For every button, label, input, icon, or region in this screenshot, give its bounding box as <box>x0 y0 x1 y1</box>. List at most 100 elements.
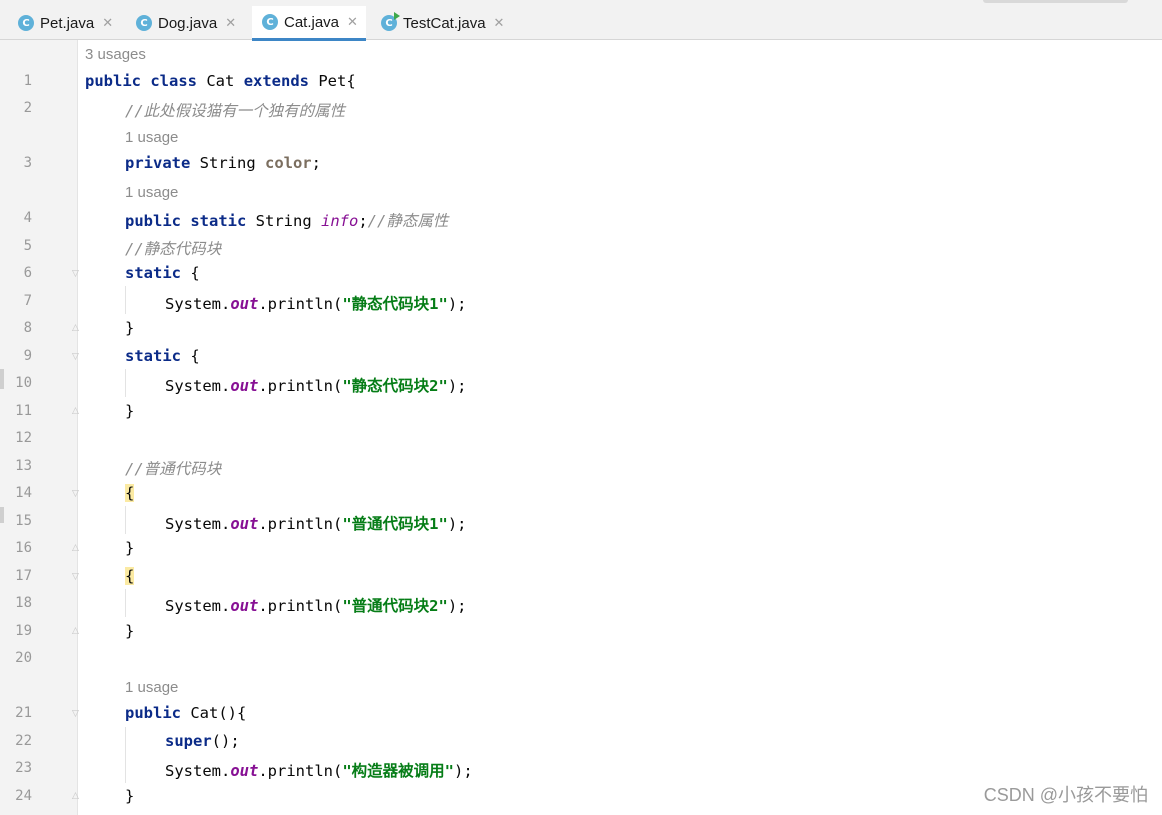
code-line-24[interactable]: } <box>125 787 134 805</box>
keyword: class <box>150 72 198 90</box>
code-line-14[interactable]: { <box>125 484 135 502</box>
code-text: .println( <box>258 597 343 615</box>
usage-hint-color[interactable]: 1 usage <box>125 129 178 146</box>
string-literal: "普通代码块2" <box>342 597 448 615</box>
keyword: static <box>125 347 181 365</box>
line-number: 5 <box>23 238 32 254</box>
close-icon[interactable]: ✕ <box>494 16 505 31</box>
code-line-11[interactable]: } <box>125 402 134 420</box>
type-name: String <box>190 154 265 172</box>
comment: //此处假设猫有一个独有的属性 <box>125 102 346 120</box>
java-class-icon: C <box>18 15 34 31</box>
code-text: } <box>125 622 135 640</box>
comment: //静态代码块 <box>125 240 222 258</box>
fold-open-icon[interactable]: ▽ <box>72 572 82 583</box>
line-number: 22 <box>15 733 32 749</box>
line-number: 14 <box>15 485 32 501</box>
line-number: 3 <box>23 155 32 171</box>
tab-cat-java[interactable]: C Cat.java ✕ <box>252 6 366 41</box>
code-line-1[interactable]: public class Cat extends Pet{ <box>85 72 356 90</box>
tab-pet-java[interactable]: C Pet.java ✕ <box>18 6 113 40</box>
watermark: CSDN @小孩不要怕 <box>983 785 1148 805</box>
line-number: 8 <box>23 320 32 336</box>
string-literal: "构造器被调用" <box>342 762 454 780</box>
tab-testcat-java[interactable]: C TestCat.java ✕ <box>381 6 504 40</box>
code-text: Pet{ <box>309 72 356 90</box>
code-line-8[interactable]: } <box>125 319 134 337</box>
code-text: System. <box>165 377 231 395</box>
java-runnable-class-icon: C <box>381 12 400 31</box>
code-line-3[interactable]: private String color; <box>125 154 321 172</box>
fold-close-icon[interactable]: △ <box>72 626 82 637</box>
line-number: 4 <box>23 210 32 226</box>
indent-guide <box>125 369 126 397</box>
fold-open-icon[interactable]: ▽ <box>72 709 82 720</box>
line-number: 21 <box>15 705 32 721</box>
code-text: ; <box>311 154 321 172</box>
code-line-5[interactable]: //静态代码块 <box>125 237 221 259</box>
usage-hint-constructor[interactable]: 1 usage <box>125 679 178 696</box>
code-text: System. <box>165 597 231 615</box>
fold-close-icon[interactable]: △ <box>72 543 82 554</box>
line-number: 16 <box>15 540 32 556</box>
code-text: Cat(){ <box>181 704 247 722</box>
static-field-name: info <box>321 212 359 230</box>
tab-dog-java[interactable]: C Dog.java ✕ <box>136 6 236 40</box>
fold-close-icon[interactable]: △ <box>72 406 82 417</box>
matched-brace: { <box>125 484 135 502</box>
matched-brace: { <box>125 567 135 585</box>
string-literal: "普通代码块1" <box>342 515 448 533</box>
indent-guide <box>125 589 126 617</box>
code-line-6[interactable]: static { <box>125 264 200 282</box>
code-line-4[interactable]: public static String info;//静态属性 <box>125 209 448 231</box>
code-line-2[interactable]: //此处假设猫有一个独有的属性 <box>125 99 345 121</box>
code-line-22[interactable]: super(); <box>165 732 240 750</box>
fold-close-icon[interactable]: △ <box>72 323 82 334</box>
code-text: ); <box>454 762 473 780</box>
close-icon[interactable]: ✕ <box>102 16 113 31</box>
line-number: 19 <box>15 623 32 639</box>
keyword: public <box>125 704 181 722</box>
code-text: { <box>181 264 200 282</box>
code-line-18[interactable]: System.out.println("普通代码块2"); <box>165 594 467 616</box>
code-text: ); <box>447 597 467 615</box>
fold-open-icon[interactable]: ▽ <box>72 352 82 363</box>
code-text: ); <box>447 515 467 533</box>
code-text: (); <box>211 732 240 750</box>
code-line-17[interactable]: { <box>125 567 135 585</box>
code-text: } <box>125 539 135 557</box>
indent-guide <box>125 727 126 783</box>
code-line-21[interactable]: public Cat(){ <box>125 704 246 722</box>
fold-close-icon[interactable]: △ <box>72 791 82 802</box>
code-text: System. <box>165 515 231 533</box>
line-number: 24 <box>15 788 32 804</box>
line-number: 13 <box>15 458 32 474</box>
code-line-7[interactable]: System.out.println("静态代码块1"); <box>165 292 467 314</box>
keyword: super <box>165 732 212 750</box>
close-icon[interactable]: ✕ <box>347 15 358 30</box>
static-field-name: out <box>230 377 259 395</box>
fold-open-icon[interactable]: ▽ <box>72 489 82 500</box>
usage-hint-info[interactable]: 1 usage <box>125 184 178 201</box>
code-text: .println( <box>258 762 343 780</box>
code-line-13[interactable]: //普通代码块 <box>125 457 221 479</box>
field-name: color <box>264 154 312 172</box>
java-class-icon: C <box>262 14 278 30</box>
editor-tab-bar: C Pet.java ✕ C Dog.java ✕ C Cat.java ✕ C… <box>0 0 1162 41</box>
usage-hint-class[interactable]: 3 usages <box>85 46 146 63</box>
close-icon[interactable]: ✕ <box>225 16 236 31</box>
line-number: 15 <box>15 513 32 529</box>
code-text: System. <box>165 295 231 313</box>
code-line-23[interactable]: System.out.println("构造器被调用"); <box>165 759 473 781</box>
code-line-10[interactable]: System.out.println("静态代码块2"); <box>165 374 467 396</box>
comment: //静态属性 <box>367 212 449 230</box>
code-line-9[interactable]: static { <box>125 347 200 365</box>
line-number: 12 <box>15 430 32 446</box>
code-line-15[interactable]: System.out.println("普通代码块1"); <box>165 512 467 534</box>
tab-label: Pet.java <box>40 14 95 32</box>
code-text: ); <box>447 295 467 313</box>
fold-open-icon[interactable]: ▽ <box>72 269 82 280</box>
code-text: } <box>125 402 135 420</box>
code-line-16[interactable]: } <box>125 539 134 557</box>
code-line-19[interactable]: } <box>125 622 134 640</box>
